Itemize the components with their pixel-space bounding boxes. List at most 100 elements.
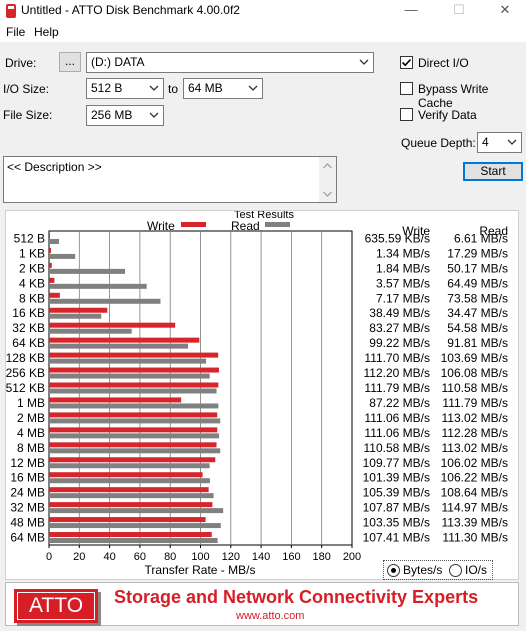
io-radio[interactable]	[449, 564, 462, 577]
chevron-down-icon	[248, 85, 258, 91]
write-value: 7.17 MB/s	[376, 291, 430, 305]
category-label: 16 KB	[12, 306, 45, 320]
read-bar	[49, 433, 220, 439]
category-label: 12 MB	[10, 456, 45, 470]
write-bar	[49, 412, 218, 418]
description-scrollbar[interactable]	[319, 157, 336, 202]
read-value: 113.02 MB/s	[442, 411, 508, 425]
category-label: 64 KB	[12, 336, 45, 350]
bytes-radio[interactable]	[387, 564, 400, 577]
read-bar	[49, 403, 219, 409]
write-value: 111.06 MB/s	[364, 411, 430, 425]
queue-depth-value: 4	[482, 135, 489, 149]
read-value: 113.39 MB/s	[442, 516, 508, 530]
read-bar	[49, 463, 210, 469]
write-value: 107.41 MB/s	[363, 531, 430, 545]
write-value: 1.84 MB/s	[376, 261, 430, 275]
read-value: 54.58 MB/s	[447, 321, 508, 335]
file-size-select[interactable]: 256 MB	[86, 105, 164, 126]
read-bar	[49, 538, 218, 544]
write-bar	[49, 322, 176, 328]
window-title: Untitled - ATTO Disk Benchmark 4.00.0f2	[21, 3, 240, 17]
write-value: 38.49 MB/s	[369, 306, 430, 320]
io-size-to-select[interactable]: 64 MB	[183, 78, 263, 99]
minimize-button[interactable]: —	[388, 0, 434, 22]
x-axis-label: Transfer Rate - MB/s	[145, 563, 256, 577]
x-tick-label: 160	[282, 551, 300, 563]
verify-data-label: Verify Data	[418, 108, 477, 122]
drive-label: Drive:	[5, 56, 37, 70]
read-bar	[49, 508, 224, 514]
write-value: 101.39 MB/s	[363, 471, 430, 485]
bypass-write-cache-checkbox[interactable]	[400, 82, 413, 95]
write-value: 83.27 MB/s	[369, 321, 430, 335]
tagline: Storage and Network Connectivity Experts	[114, 587, 479, 607]
write-bar	[49, 247, 52, 253]
read-value: 73.58 MB/s	[447, 291, 508, 305]
write-value: 635.59 KB/s	[365, 231, 430, 245]
read-bar	[49, 523, 221, 529]
x-tick-label: 140	[252, 551, 270, 563]
chevron-down-icon	[149, 112, 159, 118]
read-value: 106.22 MB/s	[441, 471, 508, 485]
legend-read-swatch	[265, 222, 290, 227]
write-bar	[49, 502, 213, 508]
io-size-from-select[interactable]: 512 B	[86, 78, 164, 99]
category-label: 128 KB	[6, 351, 45, 365]
x-tick-label: 20	[73, 551, 85, 563]
drive-select[interactable]: (D:) DATA	[86, 52, 374, 73]
io-size-to-label: to	[168, 82, 179, 96]
menu-file[interactable]: File	[6, 25, 25, 39]
category-label: 24 MB	[10, 486, 45, 500]
read-bar	[49, 373, 210, 379]
website-link[interactable]: www.atto.com	[236, 610, 304, 622]
read-value: 108.64 MB/s	[441, 486, 508, 500]
read-bar	[49, 283, 147, 289]
write-value: 112.20 MB/s	[364, 366, 430, 380]
x-tick-label: 180	[313, 551, 331, 563]
bypass-write-cache-label: Bypass Write Cache	[418, 82, 489, 110]
read-value: 34.47 MB/s	[447, 306, 508, 320]
category-label: 48 MB	[10, 516, 45, 530]
x-tick-label: 0	[46, 551, 52, 563]
direct-io-checkbox[interactable]	[400, 56, 413, 69]
io-radio-label: IO/s	[465, 563, 488, 577]
write-bar	[49, 397, 182, 403]
legend-write-swatch	[181, 222, 206, 227]
browse-button[interactable]: ...	[59, 52, 81, 72]
start-button[interactable]: Start	[463, 162, 523, 181]
write-value: 111.70 MB/s	[364, 351, 430, 365]
description-text: << Description >>	[7, 160, 102, 174]
verify-data-checkbox[interactable]	[400, 108, 413, 121]
read-value: 111.30 MB/s	[442, 531, 508, 545]
read-value: 106.08 MB/s	[441, 366, 508, 380]
io-size-to-value: 64 MB	[188, 81, 223, 95]
category-label: 1 KB	[19, 246, 45, 260]
bytes-radio-label: Bytes/s	[403, 563, 443, 577]
write-bar	[49, 307, 108, 313]
radio-selected-dot	[391, 568, 396, 573]
category-label: 8 MB	[17, 441, 45, 455]
read-bar	[49, 238, 60, 244]
read-bar	[49, 268, 126, 274]
write-bar	[49, 337, 200, 343]
read-value: 6.61 MB/s	[454, 231, 508, 245]
queue-depth-select[interactable]: 4	[477, 132, 522, 153]
chevron-down-icon	[149, 85, 159, 91]
read-bar	[49, 328, 132, 334]
file-size-label: File Size:	[3, 108, 53, 122]
x-tick-label: 100	[191, 551, 209, 563]
results-chart: Test ResultsWrite Read0 20 40 60 80 100 120 140 1…	[6, 209, 508, 577]
write-bar	[49, 232, 50, 238]
category-label: 64 MB	[10, 531, 45, 545]
maximize-button[interactable]: ☐	[436, 0, 482, 22]
close-button[interactable]: ✕	[482, 0, 526, 22]
write-bar	[49, 427, 218, 433]
io-size-label: I/O Size:	[3, 82, 50, 96]
category-label: 32 KB	[12, 321, 45, 335]
category-label: 4 MB	[17, 426, 45, 440]
read-value: 91.81 MB/s	[447, 336, 508, 350]
read-bar	[49, 343, 189, 349]
description-textarea[interactable]: << Description >>	[3, 156, 337, 203]
menu-help[interactable]: Help	[34, 25, 59, 39]
